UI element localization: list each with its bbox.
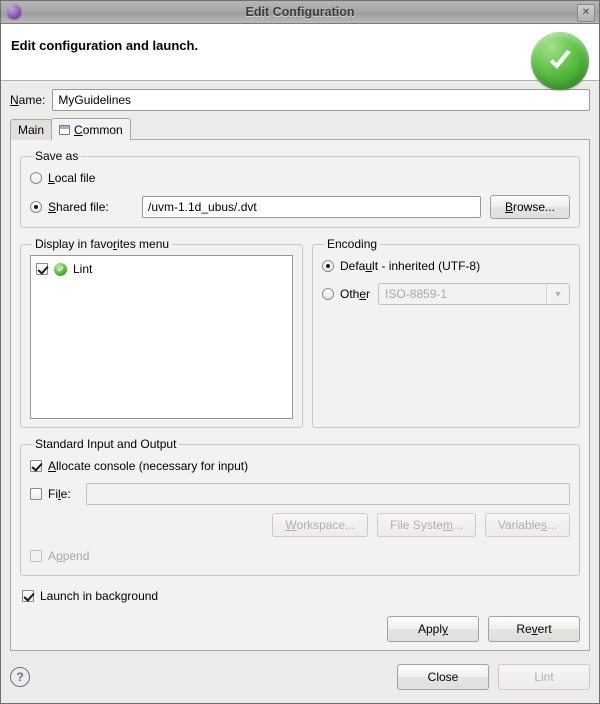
local-file-radio[interactable]: Local file	[30, 171, 95, 185]
shared-file-input[interactable]: /uvm-1.1d_ubus/.dvt	[142, 196, 481, 218]
append-label: Append	[48, 549, 90, 563]
window-title: Edit Configuration	[245, 5, 355, 19]
encoding-other-radio[interactable]: Other	[322, 287, 370, 301]
checkbox-icon	[30, 550, 42, 562]
append-row: Append	[30, 545, 570, 567]
favorites-list[interactable]: Lint	[30, 255, 293, 419]
workspace-label: Workspace...	[285, 518, 356, 532]
close-button[interactable]: Close	[397, 664, 489, 690]
encoding-combo-value: ISO-8859-1	[385, 287, 448, 301]
help-icon[interactable]: ?	[10, 667, 30, 687]
dialog-content: Name: MyGuidelines Main Common Save as L…	[1, 81, 599, 651]
launch-in-background-label: Launch in background	[40, 589, 159, 603]
stdio-buttons-row: Workspace... File System... Variables...	[30, 513, 570, 537]
radio-dot-icon	[322, 288, 334, 300]
variables-button[interactable]: Variables...	[484, 513, 570, 537]
list-item-label: Lint	[73, 262, 93, 276]
variables-label: Variables...	[497, 518, 557, 532]
file-system-label: File System...	[390, 518, 463, 532]
apply-label: Apply	[417, 622, 449, 636]
stdio-legend: Standard Input and Output	[35, 437, 177, 451]
name-label: Name:	[10, 93, 46, 107]
file-input[interactable]	[86, 483, 570, 505]
eclipse-sphere-icon	[6, 4, 22, 20]
allocate-console-row: Allocate console (necessary for input)	[30, 455, 570, 477]
banner-title: Edit configuration and launch.	[11, 38, 199, 53]
revert-label: Revert	[516, 622, 552, 636]
tab-common[interactable]: Common	[51, 118, 131, 140]
browse-button[interactable]: Browse...	[490, 195, 570, 219]
tab-common-label: Common	[74, 122, 123, 137]
file-row: File:	[30, 483, 570, 505]
shared-file-radio[interactable]: Shared file:	[30, 200, 142, 214]
encoding-group: Encoding Default - inherited (UTF-8) Oth…	[312, 237, 580, 428]
file-system-button[interactable]: File System...	[377, 513, 476, 537]
radio-dot-icon	[322, 260, 334, 272]
favorites-group: Display in favorites menu Lint	[20, 237, 303, 428]
launch-in-background-checkbox[interactable]: Launch in background	[22, 589, 158, 603]
favorites-legend: Display in favorites menu	[35, 237, 170, 251]
title-bar: Edit Configuration ✕	[1, 1, 599, 24]
dialog-button-bar: ? Close Lint	[1, 651, 599, 703]
encoding-default-row: Default - inherited (UTF-8)	[322, 255, 570, 277]
chevron-down-icon[interactable]: ▼	[546, 284, 569, 304]
shared-file-label: Shared file:	[48, 200, 109, 214]
encoding-legend: Encoding	[327, 237, 378, 251]
encoding-combo[interactable]: ISO-8859-1 ▼	[378, 283, 570, 305]
tab-main-label: Main	[18, 123, 45, 137]
checkbox-icon	[30, 460, 42, 472]
encoding-other-label: Other	[340, 287, 371, 301]
checkbox-icon	[22, 590, 34, 602]
form-buttons: Apply Revert	[20, 610, 580, 642]
local-file-label: Local file	[48, 171, 96, 185]
encoding-other-row: Other ISO-8859-1 ▼	[322, 283, 570, 305]
checkbox-icon[interactable]	[36, 263, 48, 275]
favorites-encoding-row: Display in favorites menu Lint Encoding …	[20, 237, 580, 437]
common-tab-panel: Save as Local file Shared file: /uvm-1.1…	[10, 139, 590, 651]
green-check-icon	[531, 32, 589, 90]
list-item[interactable]: Lint	[36, 260, 287, 278]
radio-dot-icon	[30, 172, 42, 184]
tab-window-icon	[59, 124, 71, 135]
tab-strip: Main Common	[10, 118, 590, 140]
shared-file-row: Shared file: /uvm-1.1d_ubus/.dvt Browse.…	[30, 195, 570, 219]
append-checkbox: Append	[30, 549, 89, 563]
shared-file-value: /uvm-1.1d_ubus/.dvt	[148, 200, 257, 214]
checkbox-icon	[30, 488, 42, 500]
tab-main[interactable]: Main	[10, 119, 53, 140]
name-input-value: MyGuidelines	[58, 93, 132, 107]
lint-button[interactable]: Lint	[498, 664, 590, 690]
workspace-button[interactable]: Workspace...	[272, 513, 369, 537]
browse-label: Browse...	[504, 200, 556, 214]
encoding-default-radio[interactable]: Default - inherited (UTF-8)	[322, 259, 480, 273]
file-checkbox[interactable]: File:	[30, 487, 86, 501]
save-as-legend: Save as	[35, 149, 79, 163]
dialog-banner: Edit configuration and launch.	[1, 24, 599, 90]
green-check-icon	[54, 262, 67, 276]
encoding-default-label: Default - inherited (UTF-8)	[340, 259, 481, 273]
file-label: File:	[48, 487, 71, 501]
close-icon[interactable]: ✕	[577, 4, 595, 22]
edit-configuration-dialog: Edit Configuration ✕ Edit configuration …	[0, 0, 600, 704]
apply-button[interactable]: Apply	[387, 616, 479, 642]
radio-dot-icon	[30, 201, 42, 213]
launch-background-row: Launch in background	[22, 585, 580, 607]
revert-button[interactable]: Revert	[488, 616, 580, 642]
local-file-row: Local file	[30, 167, 570, 189]
allocate-console-label: Allocate console (necessary for input)	[48, 459, 249, 473]
allocate-console-checkbox[interactable]: Allocate console (necessary for input)	[30, 459, 248, 473]
save-as-group: Save as Local file Shared file: /uvm-1.1…	[20, 149, 580, 228]
name-input[interactable]: MyGuidelines	[52, 89, 590, 111]
name-row: Name: MyGuidelines	[10, 89, 590, 111]
stdio-group: Standard Input and Output Allocate conso…	[20, 437, 580, 576]
